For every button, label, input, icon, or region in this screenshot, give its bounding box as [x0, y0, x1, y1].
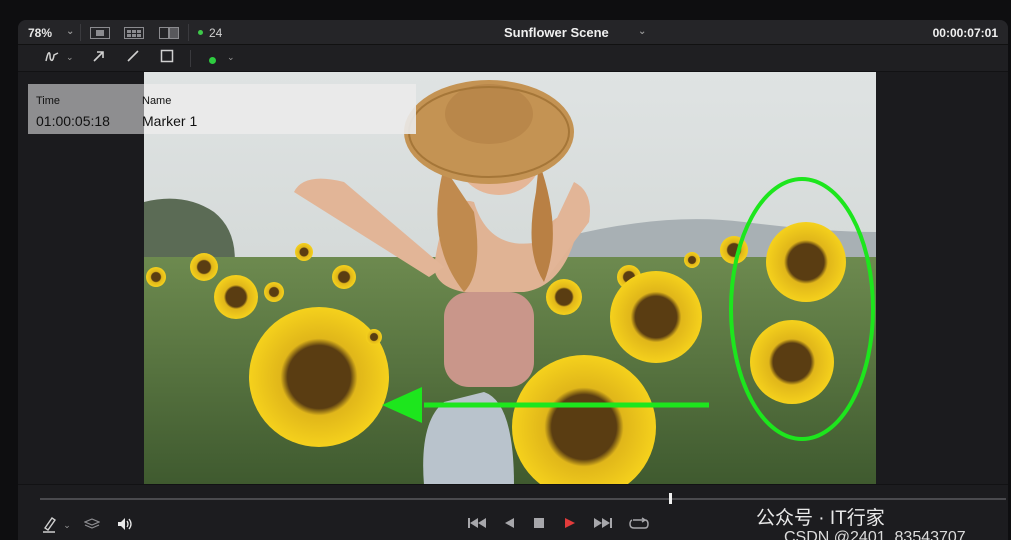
play-reverse-icon[interactable]	[502, 517, 516, 533]
grid-viewer-icon[interactable]	[124, 27, 144, 39]
rectangle-icon[interactable]	[160, 49, 174, 67]
transport-bar: ⌄ 公众号 · IT行家 CSDN @2401_83543707	[18, 484, 1008, 540]
video-viewer[interactable]: Time 01:00:05:18 Name Marker 1	[18, 72, 1008, 485]
viewer-header: 78% ⌄ 24 Sunflower Scene ⌄ 00:00:07:01	[18, 20, 1008, 45]
zoom-chevron-down-icon[interactable]: ⌄	[66, 26, 74, 37]
scrubber-track[interactable]	[40, 498, 1006, 500]
zoom-level[interactable]: 78%	[28, 26, 52, 40]
scene-chevron-down-icon[interactable]: ⌄	[638, 26, 646, 37]
divider	[188, 24, 189, 41]
skip-back-icon[interactable]	[466, 517, 488, 533]
marker-time-label: Time	[36, 95, 61, 107]
watermark-line-1: 公众号 · IT行家	[756, 508, 885, 529]
marker-name-value: Marker 1	[142, 113, 198, 129]
divider	[190, 50, 191, 67]
layers-icon[interactable]	[83, 517, 101, 533]
play-icon[interactable]	[563, 517, 577, 533]
line-icon[interactable]	[126, 49, 140, 67]
marker-time-value: 01:00:05:18	[36, 113, 110, 129]
single-viewer-icon[interactable]	[90, 27, 110, 39]
split-compare-icon[interactable]	[159, 27, 179, 39]
annotation-color-swatch[interactable]	[209, 57, 216, 64]
marker-overlay: Time 01:00:05:18 Name Marker 1	[28, 84, 416, 134]
marker-name-label: Name	[142, 95, 172, 107]
divider	[80, 24, 81, 41]
stop-icon[interactable]	[532, 517, 546, 533]
pen-chevron-down-icon[interactable]: ⌄	[66, 52, 74, 63]
watermark-line-2: CSDN @2401_83543707	[784, 529, 966, 540]
scene-title[interactable]: Sunflower Scene	[504, 25, 609, 40]
timecode: 00:00:07:01	[932, 26, 998, 40]
annotation-toolbar: ⌄ ⌄	[18, 45, 1008, 72]
loop-icon[interactable]	[628, 517, 650, 533]
color-chevron-down-icon[interactable]: ⌄	[227, 52, 235, 63]
viewer-window: 78% ⌄ 24 Sunflower Scene ⌄ 00:00:07:01 ⌄	[18, 20, 1008, 540]
freehand-pen-icon[interactable]	[44, 49, 60, 67]
marker-name-cell: Name Marker 1	[142, 84, 416, 134]
marker-pen-icon[interactable]	[40, 515, 58, 533]
marker-time-cell: Time 01:00:05:18	[28, 84, 144, 134]
skip-forward-icon[interactable]	[592, 517, 614, 533]
frame-rate: 24	[209, 26, 223, 40]
playhead[interactable]	[669, 493, 672, 504]
fps-indicator-icon	[198, 30, 203, 35]
marker-chevron-down-icon[interactable]: ⌄	[62, 517, 72, 533]
volume-icon[interactable]	[116, 517, 134, 533]
arrow-icon[interactable]	[92, 49, 106, 67]
